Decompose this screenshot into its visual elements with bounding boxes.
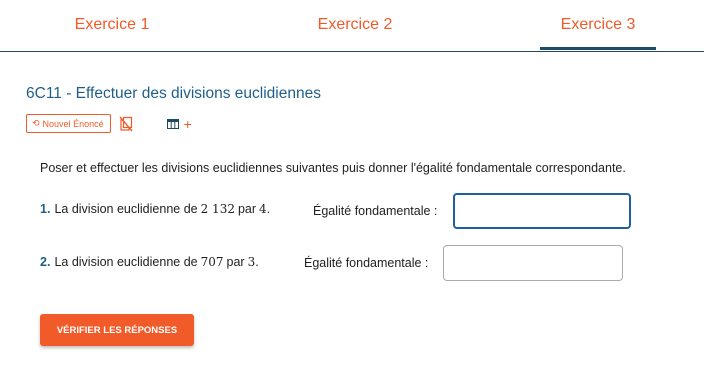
exercise-tabs: Exercice 1 Exercice 2 Exercice 3	[0, 0, 704, 52]
question-text: La division euclidienne de	[54, 202, 198, 216]
question-1: 1. La division euclidienne de 2 132 par …	[40, 202, 270, 216]
equality-label-1: Égalité fondamentale :	[313, 204, 438, 218]
tab-exercice-2[interactable]: Exercice 2	[279, 0, 431, 50]
dividend: 2 132	[200, 202, 235, 216]
table-icon[interactable]	[166, 118, 179, 129]
equality-input-1[interactable]	[453, 193, 631, 229]
question-text-mid: par	[237, 202, 257, 216]
plus-icon[interactable]: +	[184, 117, 192, 131]
refresh-icon: ⟲	[32, 118, 40, 128]
no-copy-icon[interactable]	[119, 116, 133, 132]
divisor: 4	[259, 202, 267, 216]
equality-label-2: Égalité fondamentale :	[304, 256, 429, 270]
new-statement-button[interactable]: ⟲ Nouvel Énoncé	[26, 114, 111, 133]
question-end: .	[255, 255, 259, 269]
exercise-toolbar: ⟲ Nouvel Énoncé +	[26, 113, 192, 134]
question-2: 2. La division euclidienne de 707 par 3 …	[40, 255, 259, 269]
question-number: 1.	[40, 202, 51, 216]
active-tab-indicator	[540, 47, 656, 50]
new-statement-label: Nouvel Énoncé	[42, 118, 104, 129]
tab-exercice-3[interactable]: Exercice 3	[540, 0, 656, 50]
question-end: .	[266, 202, 271, 216]
tab-exercice-1[interactable]: Exercice 1	[36, 0, 188, 50]
equality-input-2[interactable]	[443, 245, 623, 281]
exercise-title: 6C11 - Effectuer des divisions euclidien…	[26, 85, 321, 102]
instruction-text: Poser et effectuer les divisions euclidi…	[40, 161, 626, 175]
verify-answers-button[interactable]: VÉRIFIER LES RÉPONSES	[40, 314, 194, 346]
question-number: 2.	[40, 255, 51, 269]
question-text-mid: par	[226, 255, 245, 269]
divisor: 3	[247, 255, 256, 269]
question-text: La division euclidienne de	[54, 255, 198, 269]
dividend: 707	[200, 255, 224, 269]
